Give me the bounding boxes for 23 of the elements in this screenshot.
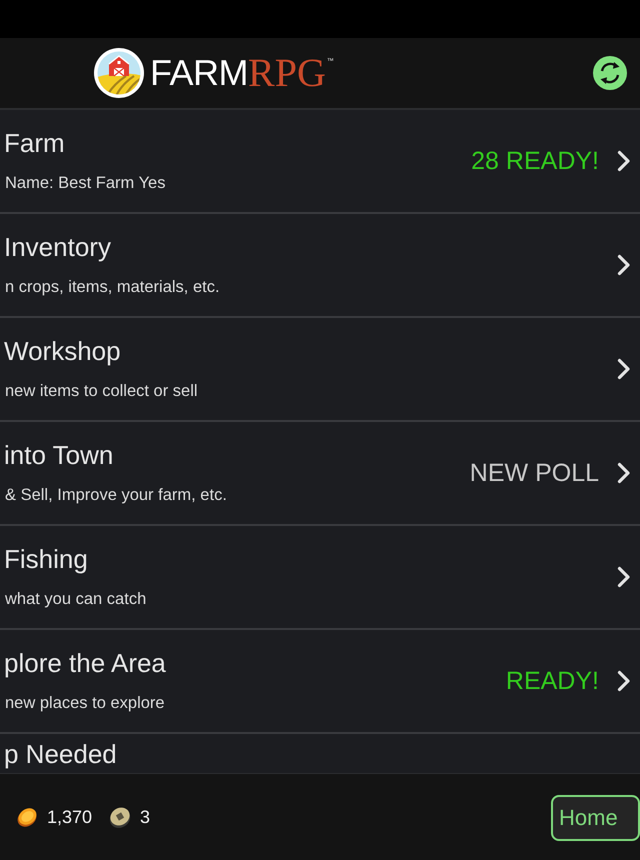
home-button[interactable]: Home bbox=[551, 795, 640, 841]
barn-logo-icon bbox=[94, 48, 144, 98]
item-title: Inventory bbox=[4, 232, 111, 262]
item-title: Workshop bbox=[4, 336, 121, 366]
item-title: into Town bbox=[4, 440, 114, 470]
item-subtitle: n crops, items, materials, etc. bbox=[4, 277, 220, 297]
item-title: Fishing bbox=[4, 544, 88, 574]
item-subtitle: & Sell, Improve your farm, etc. bbox=[4, 485, 227, 505]
item-subtitle: new items to collect or sell bbox=[4, 381, 198, 401]
item-subtitle: what you can catch bbox=[4, 589, 146, 609]
item-title: p Needed bbox=[4, 739, 117, 769]
item-subtitle: new places to explore bbox=[4, 693, 165, 713]
logo-text: FARMRPG$^{™}$ bbox=[150, 53, 334, 93]
square-hole-coin-icon bbox=[108, 805, 132, 829]
item-status: READY! bbox=[506, 666, 599, 696]
refresh-icon[interactable] bbox=[593, 56, 627, 90]
currency-amount: 1,370 bbox=[47, 806, 92, 828]
currency-amount: 3 bbox=[140, 806, 150, 828]
item-status: NEW POLL bbox=[470, 458, 599, 488]
item-status: 28 READY! bbox=[471, 146, 599, 176]
item-title: plore the Area bbox=[4, 648, 166, 678]
item-title: Farm bbox=[4, 128, 65, 158]
item-subtitle: Name: Best Farm Yes bbox=[4, 173, 166, 193]
